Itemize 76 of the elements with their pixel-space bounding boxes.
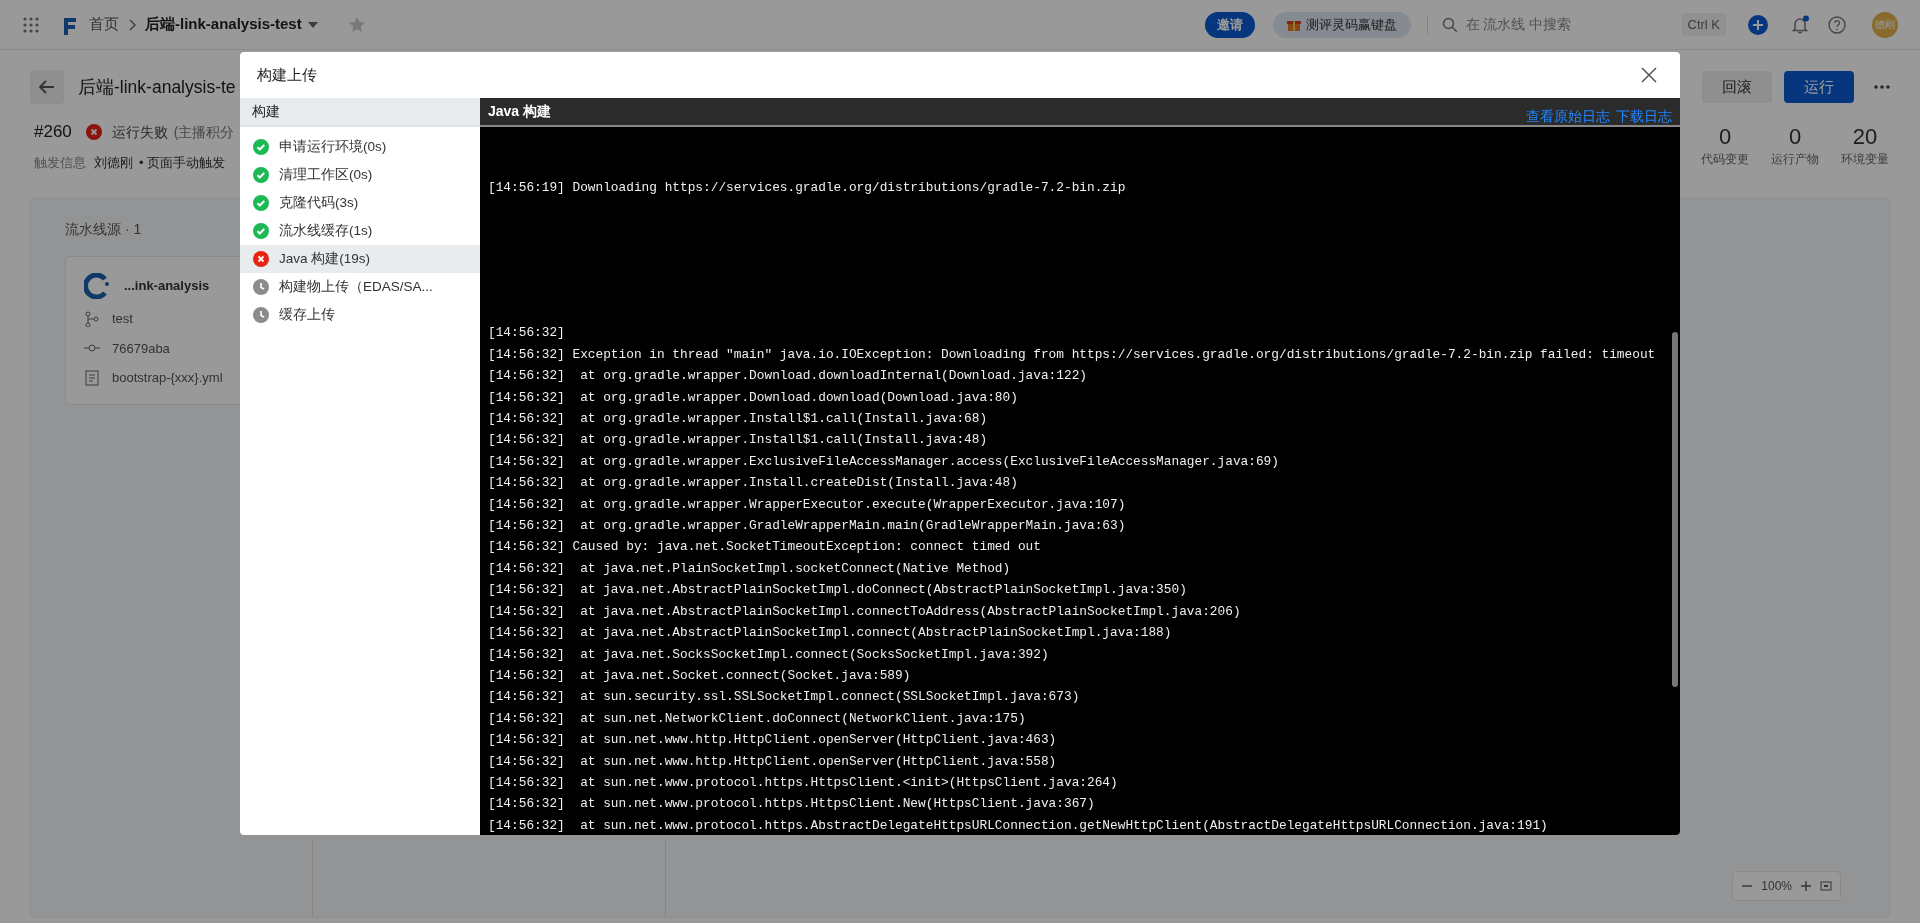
- source-commit: 76679aba: [112, 339, 170, 358]
- help-icon[interactable]: [1828, 15, 1846, 34]
- invite-button[interactable]: 邀请: [1204, 11, 1255, 38]
- run-note: (主播积分: [173, 122, 235, 142]
- log-line: [14:56:32] at java.net.SocksSocketImpl.connect(SocksSocketImpl.java:392): [488, 645, 1050, 664]
- stat-label: 运行产物: [1771, 151, 1819, 168]
- log-line: [14:56:32] at java.net.AbstractPlainSocketImpl.connect(AbstractPlainSocketImpl.java:188): [488, 624, 1173, 643]
- log-line: [14:56:32] at org.gradle.wrapper.Download.download(Download.java:80): [488, 388, 1019, 407]
- log-line: [14:56:19] Downloading https://services.gradle.org/distributions/gradle-7.2-bin.zip: [488, 179, 1127, 197]
- run-status: 运行失败: [111, 122, 168, 142]
- file-icon: [84, 369, 100, 386]
- stage-header: 构建: [240, 98, 480, 127]
- log-line: [14:56:32] at org.gradle.wrapper.Install.createDist(Install.java:48): [488, 474, 1019, 493]
- log-line: [14:56:32] at java.net.PlainSocketImpl.socketConnect(Native Method): [488, 559, 1012, 578]
- section-title: 流水线源 · 1: [65, 220, 142, 239]
- log-line: [14:56:32] at sun.net.www.protocol.https.HttpsClient.New(HttpsClient.java:367): [488, 795, 1096, 814]
- log-line: [14:56:32] Exception in thread "main" java.io.IOException: Downloading from https://services.gradle.org/distributions/gradle-7.2-bin.zip failed: timeout: [488, 345, 1657, 364]
- log-line: [14:56:32] at sun.net.www.http.HttpClient.openServer(HttpClient.java:463): [488, 731, 1058, 750]
- zoom-level: 100%: [1761, 878, 1792, 895]
- action-button[interactable]: 回滚: [1702, 71, 1772, 103]
- log-line: [14:56:32] at org.gradle.wrapper.Install$1.call(Install.java:48): [488, 431, 989, 450]
- branch-icon: [84, 310, 100, 327]
- pipeline-title: 后端-link-analysis-te: [78, 75, 236, 99]
- project-name[interactable]: 后端-link-analysis-test: [145, 13, 302, 36]
- modal-title: 构建上传: [257, 64, 317, 85]
- search-field[interactable]: 在 流水线 中搜索: [1465, 14, 1662, 35]
- more-icon[interactable]: [1874, 85, 1890, 89]
- log-link[interactable]: 查看原始日志: [1526, 106, 1610, 127]
- star-icon[interactable]: [347, 15, 366, 34]
- stat-value: 0: [1788, 124, 1802, 150]
- log-line: [14:56:32] at sun.net.www.protocol.https.HttpsClient.<init>(HttpsClient.java:264): [488, 773, 1119, 792]
- stat-value: 20: [1852, 124, 1878, 150]
- promo-button[interactable]: 测评灵码赢键盘: [1272, 11, 1411, 38]
- source-branch: test: [112, 310, 133, 328]
- search-icon: [1441, 16, 1458, 33]
- log-line: [14:56:32] at java.net.AbstractPlainSocketImpl.connectToAddress(AbstractPlainSocketImpl.java:206): [488, 602, 1242, 621]
- log-line: [14:56:32] at sun.security.ssl.SSLSocketImpl.connect(SSLSocketImpl.java:673): [488, 688, 1081, 707]
- log-line: [14:56:32]: [488, 324, 566, 343]
- home-link[interactable]: 首页: [89, 13, 119, 36]
- log-title: Java 构建: [488, 102, 552, 121]
- trigger-label: 触发信息: [34, 154, 86, 173]
- stat-label: 环境变量: [1841, 151, 1889, 168]
- fit-screen-icon[interactable]: [1820, 880, 1832, 892]
- log-line: [14:56:32] at org.gradle.wrapper.Install$1.call(Install.java:68): [488, 410, 989, 429]
- run-number: #260: [34, 121, 72, 144]
- source-file: bootstrap-{xxx}.yml: [112, 369, 223, 387]
- log-line: [14:56:32] at sun.net.NetworkClient.doConnect(NetworkClient.java:175): [488, 709, 1027, 728]
- log-line: [14:56:32] at org.gradle.wrapper.ExclusiveFileAccessManager.access(ExclusiveFileAccessManager.java:69): [488, 452, 1280, 471]
- action-button[interactable]: 运行: [1784, 71, 1854, 103]
- stat-value: 0: [1718, 124, 1732, 150]
- step-item[interactable]: Java 构建(19s): [240, 245, 480, 273]
- log-line: [14:56:32] at java.net.Socket.connect(Socket.java:589): [488, 666, 912, 685]
- app-grid-icon[interactable]: [22, 15, 40, 34]
- log-line: [14:56:32] at sun.net.www.http.HttpClient.openServer(HttpClient.java:558): [488, 752, 1058, 771]
- close-icon[interactable]: [1641, 67, 1657, 83]
- back-arrow-icon: [39, 80, 55, 94]
- trigger-method: • 页面手动触发: [139, 154, 226, 173]
- back-button[interactable]: [30, 70, 64, 104]
- log-line: [14:56:32] at org.gradle.wrapper.WrapperExecutor.execute(WrapperExecutor.java:107): [488, 495, 1127, 514]
- stat-label: 代码变更: [1701, 151, 1749, 168]
- log-line: [14:56:32] at java.net.AbstractPlainSocketImpl.doConnect(AbstractPlainSocketImpl.java:350): [488, 581, 1188, 600]
- log-scrollbar[interactable]: [1672, 332, 1678, 687]
- chevron-right-icon: [127, 18, 137, 31]
- shortcut-hint: Ctrl K: [1681, 12, 1726, 37]
- repo-name: ...ink-analysis: [124, 277, 210, 296]
- trigger-user: 刘德刚: [94, 154, 133, 173]
- repo-logo-icon: [84, 273, 110, 299]
- log-line: [14:56:32] at org.gradle.wrapper.Download.downloadInternal(Download.java:122): [488, 367, 1088, 386]
- log-line: [14:56:32] Caused by: java.net.SocketTimeoutException: connect timed out: [488, 538, 1042, 557]
- log-line: [14:56:32] at org.gradle.wrapper.GradleWrapperMain.main(GradleWrapperMain.java:63): [488, 517, 1127, 536]
- zoom-in-icon[interactable]: [1800, 880, 1812, 892]
- log-line: [14:56:32] at sun.net.www.protocol.https.AbstractDelegateHttpsURLConnection.getNewHttpClient(AbstractDelegateHttpsURLConnection.java:191): [488, 816, 1549, 835]
- log-link[interactable]: 下载日志: [1616, 106, 1672, 127]
- add-icon[interactable]: [1748, 14, 1768, 35]
- notification-bell-icon[interactable]: [1790, 14, 1810, 35]
- caret-down-icon[interactable]: [307, 21, 318, 28]
